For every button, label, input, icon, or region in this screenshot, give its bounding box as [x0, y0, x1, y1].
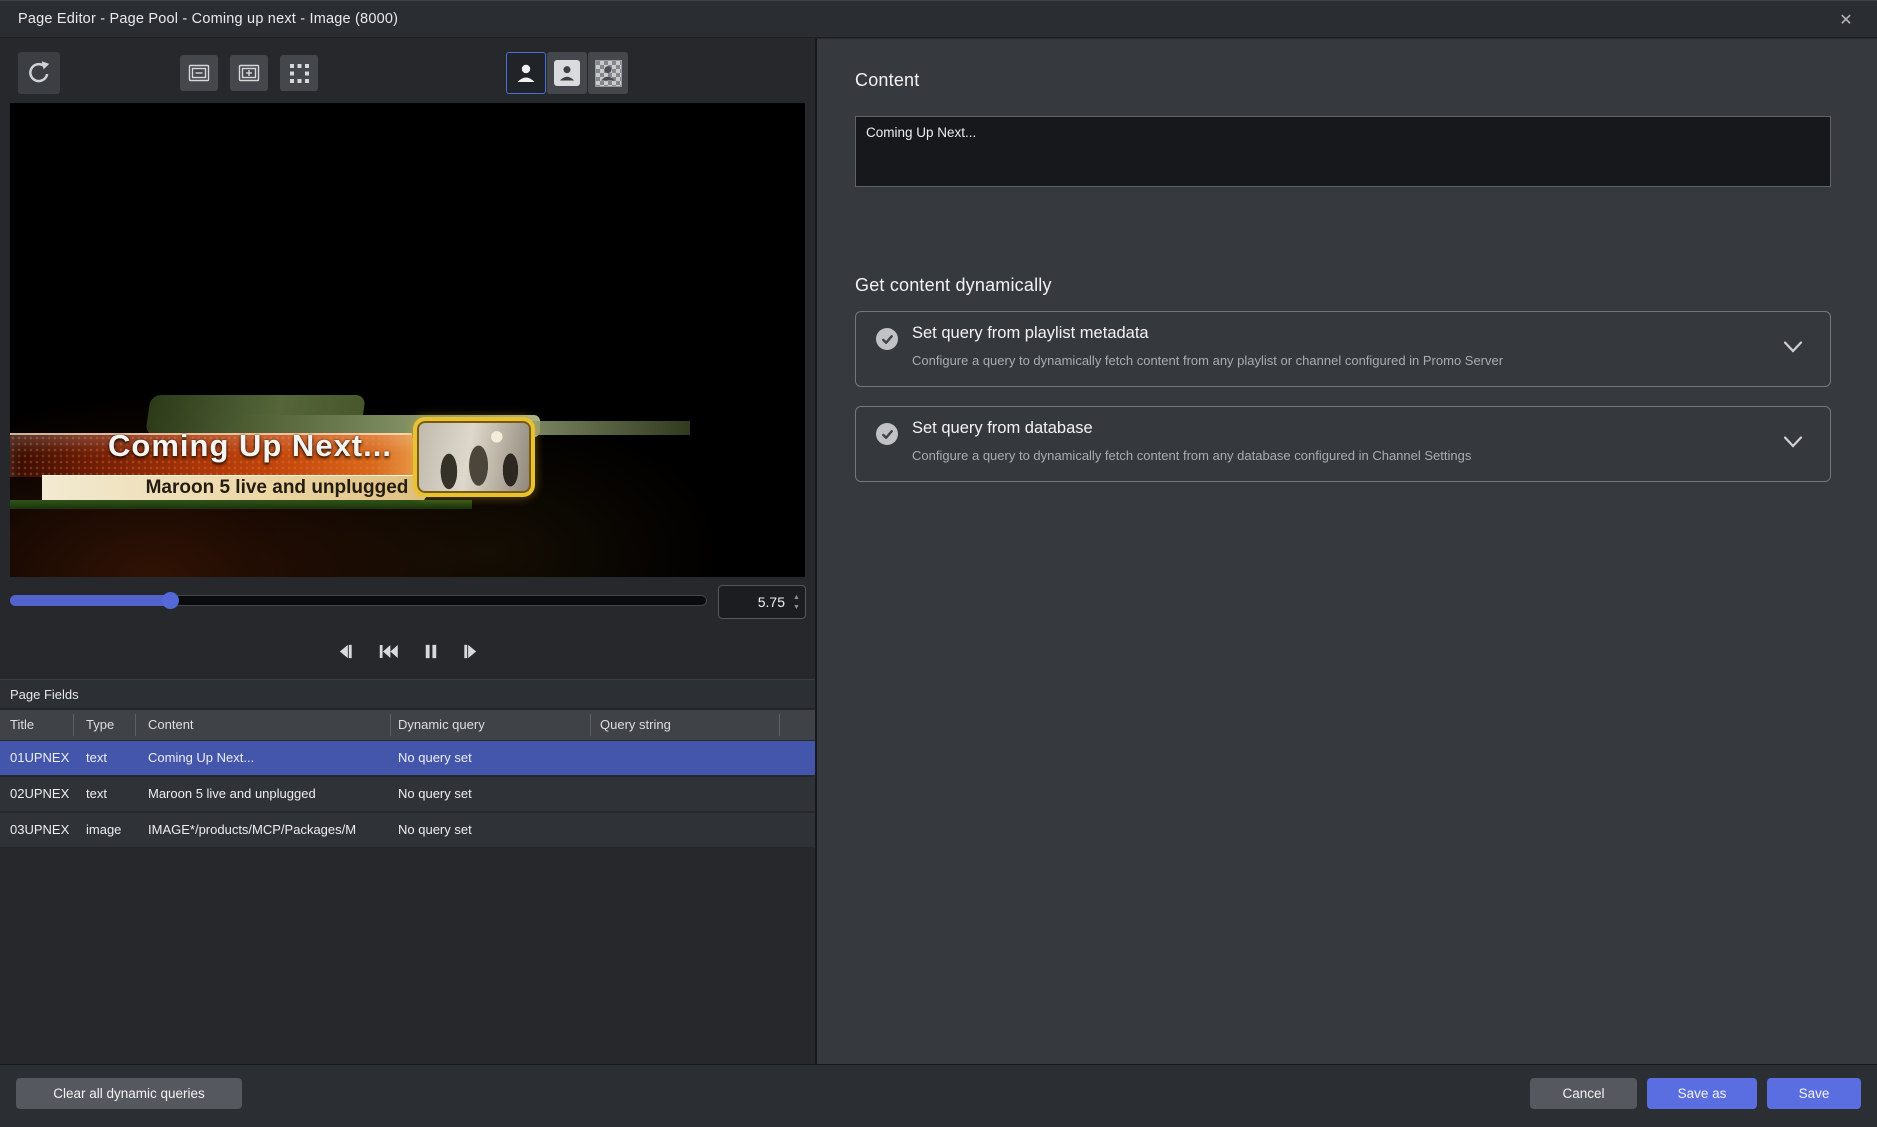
table-row[interactable]: 03UPNEX image IMAGE*/products/MCP/Packag…	[0, 813, 815, 847]
close-icon[interactable]: ✕	[1829, 5, 1863, 35]
table-row[interactable]: 02UPNEX text Maroon 5 live and unplugged…	[0, 777, 815, 811]
chevron-down-icon[interactable]	[1782, 435, 1804, 454]
lower-third-subtitle-text: Maroon 5 live and unplugged	[112, 477, 442, 499]
scrubber-fill	[10, 595, 170, 606]
cell-dynamic-query: No query set	[398, 813, 588, 847]
timeline-slider[interactable]	[10, 591, 707, 609]
pause-button[interactable]	[423, 642, 439, 661]
person-alpha-button[interactable]	[588, 52, 628, 94]
cell-title: 02UPNEX	[10, 777, 72, 811]
page-fields-header-strip: Page Fields	[0, 679, 815, 709]
time-value[interactable]: 5.75	[719, 594, 791, 610]
refresh-button[interactable]	[18, 52, 60, 94]
step-forward-button[interactable]	[461, 642, 480, 661]
frame-minus-button[interactable]	[180, 55, 218, 91]
frame-plus-button[interactable]	[230, 55, 268, 91]
footer-bar: Clear all dynamic queries Cancel Save as…	[0, 1064, 1877, 1127]
selection-bounds-icon	[289, 63, 310, 84]
skip-start-button[interactable]	[377, 642, 401, 661]
column-separator[interactable]	[779, 714, 780, 736]
person-fill-button[interactable]	[506, 52, 546, 94]
title-bar: Page Editor - Page Pool - Coming up next…	[0, 0, 1877, 38]
lower-third-decor	[510, 421, 690, 435]
save-button[interactable]: Save	[1767, 1078, 1861, 1109]
cell-query-string	[600, 813, 777, 847]
content-input[interactable]: Coming Up Next...	[855, 116, 1831, 187]
lower-third-title-band: Coming Up Next...	[10, 433, 424, 477]
page-fields-column-header: Title Type Content Dynamic query Query s…	[0, 710, 815, 740]
cell-query-string	[600, 777, 777, 811]
column-query-string[interactable]: Query string	[600, 710, 770, 740]
transport-controls	[0, 631, 815, 671]
lower-third-title-text: Coming Up Next...	[80, 428, 420, 464]
column-title[interactable]: Title	[10, 710, 70, 740]
content-panel: Content Coming Up Next... Get content dy…	[817, 39, 1877, 1064]
card-description: Configure a query to dynamically fetch c…	[912, 448, 1471, 463]
column-separator[interactable]	[135, 714, 136, 736]
scrubber-thumb[interactable]	[162, 592, 179, 609]
lower-third-video-thumbnail	[413, 417, 535, 497]
column-type[interactable]: Type	[86, 710, 132, 740]
cell-content: Coming Up Next...	[148, 741, 388, 775]
cell-query-string	[600, 741, 777, 775]
column-content[interactable]: Content	[148, 710, 378, 740]
spinner-down-icon[interactable]: ▼	[793, 604, 800, 611]
card-title: Set query from database	[912, 419, 1093, 438]
table-row[interactable]: 01UPNEX text Coming Up Next... No query …	[0, 741, 815, 775]
card-description: Configure a query to dynamically fetch c…	[912, 353, 1503, 368]
spinner-up-icon[interactable]: ▲	[793, 594, 800, 601]
person-alpha-icon	[595, 60, 622, 87]
window-title: Page Editor - Page Pool - Coming up next…	[0, 11, 398, 27]
content-heading: Content	[855, 70, 919, 91]
page-editor-window: Page Editor - Page Pool - Coming up next…	[0, 0, 1877, 1127]
save-as-button[interactable]: Save as	[1647, 1078, 1757, 1109]
dynamic-content-heading: Get content dynamically	[855, 275, 1052, 296]
video-preview: Coming Up Next... Maroon 5 live and unpl…	[10, 103, 805, 577]
time-spinbox[interactable]: 5.75 ▲ ▼	[718, 585, 806, 619]
column-separator[interactable]	[73, 714, 74, 736]
cell-title: 03UPNEX	[10, 813, 72, 847]
person-fill-icon	[514, 61, 538, 85]
selection-bounds-button[interactable]	[280, 55, 318, 91]
cell-type: text	[86, 777, 134, 811]
lower-third-base-strip	[10, 500, 472, 509]
cell-type: text	[86, 741, 134, 775]
chevron-down-icon[interactable]	[1782, 340, 1804, 359]
refresh-icon	[26, 60, 52, 86]
database-query-card[interactable]: Set query from database Configure a quer…	[855, 406, 1831, 482]
frame-minus-icon	[188, 63, 210, 83]
playlist-metadata-card[interactable]: Set query from playlist metadata Configu…	[855, 311, 1831, 387]
column-dynamic-query[interactable]: Dynamic query	[398, 710, 578, 740]
lower-third-subtitle-band: Maroon 5 live and unplugged	[42, 475, 442, 500]
person-key-icon	[554, 60, 580, 86]
frame-plus-icon	[238, 63, 260, 83]
person-key-button[interactable]	[547, 52, 587, 94]
clear-queries-button[interactable]: Clear all dynamic queries	[16, 1078, 242, 1109]
cell-content: IMAGE*/products/MCP/Packages/M	[148, 813, 388, 847]
cell-type: image	[86, 813, 134, 847]
check-icon	[876, 328, 898, 350]
card-title: Set query from playlist metadata	[912, 324, 1149, 343]
cell-content: Maroon 5 live and unplugged	[148, 777, 388, 811]
column-separator[interactable]	[590, 714, 591, 736]
step-back-button[interactable]	[336, 642, 355, 661]
cell-title: 01UPNEX	[10, 741, 72, 775]
check-icon	[876, 423, 898, 445]
cancel-button[interactable]: Cancel	[1530, 1078, 1637, 1109]
preview-panel: Coming Up Next... Maroon 5 live and unpl…	[0, 39, 815, 1064]
cell-dynamic-query: No query set	[398, 777, 588, 811]
column-separator[interactable]	[390, 714, 391, 736]
page-fields-title: Page Fields	[0, 687, 79, 702]
cell-dynamic-query: No query set	[398, 741, 588, 775]
